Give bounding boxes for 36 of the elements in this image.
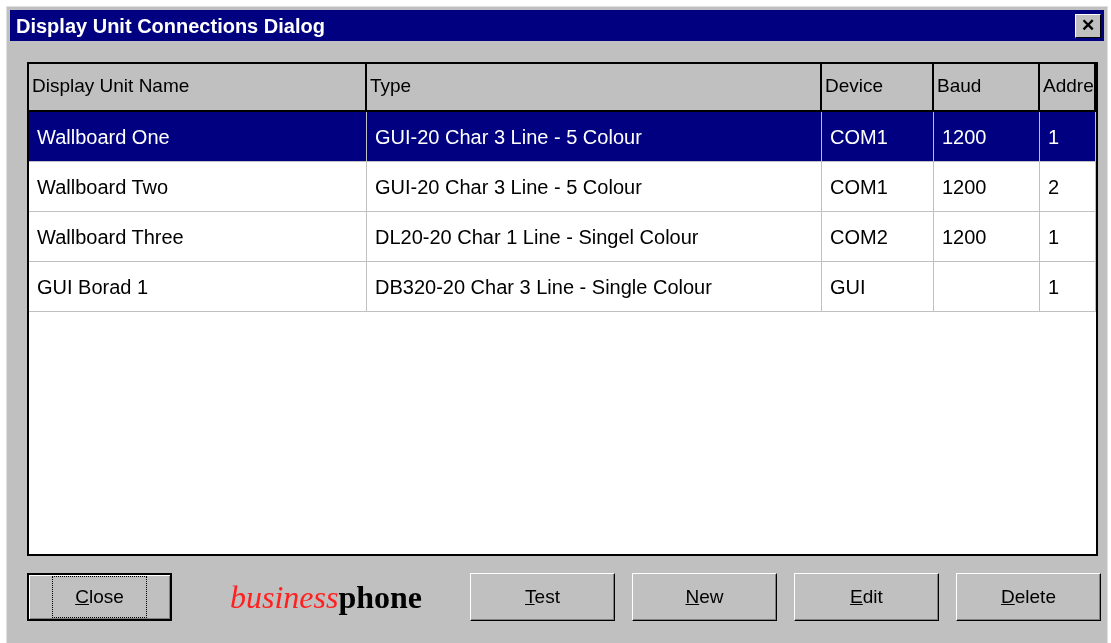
table-cell: Wallboard Two (29, 162, 367, 211)
table-cell: DB320-20 Char 3 Line - Single Colour (367, 262, 822, 311)
table-cell: GUI-20 Char 3 Line - 5 Colour (367, 112, 822, 161)
table-cell: 1 (1040, 262, 1096, 311)
table-cell: Wallboard Three (29, 212, 367, 261)
close-button[interactable]: ✕ (1075, 13, 1101, 38)
table-cell: 1200 (934, 212, 1040, 261)
table-cell: 1 (1040, 112, 1096, 161)
dialog-button[interactable]: Close (27, 573, 172, 621)
table-cell: Wallboard One (29, 112, 367, 161)
column-header[interactable]: Device (822, 64, 934, 112)
brand-logo: businessphone (230, 581, 424, 613)
column-header[interactable]: Type (367, 64, 822, 112)
column-header[interactable]: Display Unit Name (29, 64, 367, 112)
table-row[interactable]: GUI Borad 1 DB320-20 Char 3 Line - Single Colour GUI 1 (29, 262, 1096, 312)
table-cell: COM1 (822, 112, 934, 161)
table-cell: 2 (1040, 162, 1096, 211)
column-header[interactable]: Addre (1040, 64, 1096, 112)
dialog-button[interactable]: New (632, 573, 777, 621)
dialog-button[interactable]: Test (470, 573, 615, 621)
table-cell: COM1 (822, 162, 934, 211)
table-cell: GUI (822, 262, 934, 311)
table-row[interactable]: Wallboard Two GUI-20 Char 3 Line - 5 Colour COM1 1200 2 (29, 162, 1096, 212)
table-cell: 1 (1040, 212, 1096, 261)
table-cell: 1200 (934, 162, 1040, 211)
dialog-button[interactable]: Delete (956, 573, 1101, 621)
table-cell: GUI Borad 1 (29, 262, 367, 311)
table-row[interactable]: Wallboard Three DL20-20 Char 1 Line - Singel Colour COM2 1200 1 (29, 212, 1096, 262)
table-cell: DL20-20 Char 1 Line - Singel Colour (367, 212, 822, 261)
table-row[interactable]: Wallboard One GUI-20 Char 3 Line - 5 Colour COM1 1200 1 (29, 112, 1096, 162)
window-title: Display Unit Connections Dialog (16, 13, 325, 39)
table-cell: COM2 (822, 212, 934, 261)
table-cell: GUI-20 Char 3 Line - 5 Colour (367, 162, 822, 211)
column-header[interactable]: Baud (934, 64, 1040, 112)
dialog-button[interactable]: Edit (794, 573, 939, 621)
table-cell: 1200 (934, 112, 1040, 161)
